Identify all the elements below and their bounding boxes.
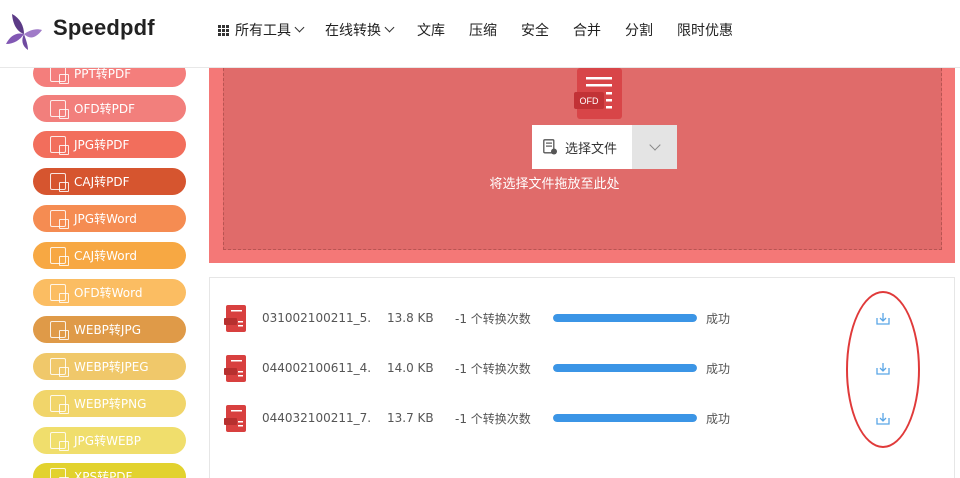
sidebar-item-caj-to-word[interactable]: CAJ转Word: [33, 242, 186, 269]
image-file-icon: [50, 358, 69, 377]
image-file-icon: [50, 395, 69, 414]
nav-security[interactable]: 安全: [521, 20, 549, 40]
pdf-file-icon: [224, 354, 246, 382]
sidebar-item-ofd-to-pdf[interactable]: OFD转PDF: [33, 95, 186, 122]
progress-bar: [553, 414, 697, 422]
choose-file-button[interactable]: 选择文件: [532, 125, 632, 169]
file-name: 031002100211_5...: [262, 311, 372, 325]
image-file-icon: [50, 136, 69, 155]
image-file-icon: [50, 468, 69, 478]
drop-zone[interactable]: OFD 选择文件 将选择文件拖放至此处: [223, 68, 942, 250]
status-text: 成功: [706, 311, 731, 326]
file-size: 13.7 KB: [387, 411, 434, 425]
progress-fill: [553, 414, 697, 422]
conversion-count: -1 个转换次数: [455, 311, 531, 326]
choose-source-dropdown[interactable]: [632, 125, 677, 169]
nav-label: 限时优惠: [677, 23, 733, 39]
sidebar-item-ppt-to-pdf[interactable]: PPT转PDF: [33, 68, 186, 87]
status-text: 成功: [706, 361, 731, 376]
pdf-file-icon: [224, 404, 246, 432]
pdf-file-icon: [224, 304, 246, 332]
nav-label: 文库: [417, 23, 445, 39]
nav-merge[interactable]: 合并: [573, 20, 601, 40]
nav-all-tools[interactable]: 所有工具: [218, 20, 305, 40]
download-icon[interactable]: [876, 312, 890, 325]
image-file-icon: [50, 173, 69, 192]
sidebar-item-jpg-to-pdf[interactable]: JPG转PDF: [33, 131, 186, 158]
sidebar-item-webp-to-jpeg[interactable]: WEBP转JPEG: [33, 353, 186, 380]
sidebar-item-webp-to-png[interactable]: WEBP转PNG: [33, 390, 186, 417]
download-icon[interactable]: [876, 412, 890, 425]
sidebar-item-jpg-to-webp[interactable]: JPG转WEBP: [33, 427, 186, 454]
converted-file-list: 031002100211_5... 13.8 KB -1 个转换次数 成功 04…: [209, 277, 955, 478]
file-size: 13.8 KB: [387, 311, 434, 325]
nav-online-convert[interactable]: 在线转换: [325, 20, 395, 40]
nav-label: 安全: [521, 23, 549, 39]
sidebar-item-label: WEBP转JPEG: [74, 360, 149, 374]
grid-menu-icon: [218, 24, 229, 36]
brand-name[interactable]: Speedpdf: [53, 15, 155, 41]
sidebar-item-label: WEBP转PNG: [74, 397, 147, 411]
sidebar-item-jpg-to-word[interactable]: JPG转Word: [33, 205, 186, 232]
ofd-file-icon: OFD: [574, 68, 622, 119]
progress-bar: [553, 314, 697, 322]
nav-split[interactable]: 分割: [625, 20, 653, 40]
download-icon[interactable]: [876, 362, 890, 375]
file-name: 044002100611_4...: [262, 361, 372, 375]
sidebar-item-label: JPG转Word: [74, 212, 137, 226]
file-name: 044032100211_7...: [262, 411, 372, 425]
image-file-icon: [50, 321, 69, 340]
image-file-icon: [50, 247, 69, 266]
sidebar-item-label: WEBP转JPG: [74, 323, 141, 337]
conversion-count: -1 个转换次数: [455, 411, 531, 426]
nav-label: 合并: [573, 23, 601, 39]
conversion-count: -1 个转换次数: [455, 361, 531, 376]
image-file-icon: [50, 100, 69, 119]
sidebar-item-label: PPT转PDF: [74, 68, 132, 81]
nav-limited-offer[interactable]: 限时优惠: [677, 20, 733, 40]
file-size: 14.0 KB: [387, 361, 434, 375]
file-row: 044002100611_4... 14.0 KB -1 个转换次数 成功: [210, 348, 956, 388]
sidebar-item-label: CAJ转PDF: [74, 175, 130, 189]
document-icon: [543, 139, 557, 155]
image-file-icon: [50, 68, 69, 84]
chevron-down-icon: [294, 22, 305, 33]
nav-label: 分割: [625, 23, 653, 39]
nav-label: 在线转换: [325, 23, 381, 39]
tool-sidebar: PPT转PDF OFD转PDF JPG转PDF CAJ转PDF JPG转Word…: [0, 68, 209, 478]
image-file-icon: [50, 284, 69, 303]
top-header: Speedpdf 所有工具 在线转换 文库 压缩 安全 合并 分割 限时优惠: [0, 0, 960, 68]
choose-file-label: 选择文件: [565, 141, 618, 157]
file-row: 044032100211_7... 13.7 KB -1 个转换次数 成功: [210, 398, 956, 438]
sidebar-item-xps-to-pdf[interactable]: XPS转PDF: [33, 463, 186, 478]
sidebar-item-caj-to-pdf[interactable]: CAJ转PDF: [33, 168, 186, 195]
nav-label: 压缩: [469, 23, 497, 39]
nav-library[interactable]: 文库: [417, 20, 445, 40]
image-file-icon: [50, 210, 69, 229]
sidebar-item-label: JPG转WEBP: [74, 434, 141, 448]
sidebar-item-label: OFD转PDF: [74, 102, 135, 116]
chevron-down-icon: [648, 139, 661, 151]
progress-bar: [553, 364, 697, 372]
sidebar-item-label: JPG转PDF: [74, 138, 130, 152]
status-text: 成功: [706, 411, 731, 426]
sidebar-item-webp-to-jpg[interactable]: WEBP转JPG: [33, 316, 186, 343]
drop-hint-text: 将选择文件拖放至此处: [489, 177, 620, 192]
file-type-badge: OFD: [580, 96, 599, 106]
sidebar-item-label: XPS转PDF: [74, 470, 133, 478]
file-row: 031002100211_5... 13.8 KB -1 个转换次数 成功: [210, 298, 956, 338]
sidebar-item-ofd-to-word[interactable]: OFD转Word: [33, 279, 186, 306]
nav-label: 所有工具: [235, 23, 291, 39]
image-file-icon: [50, 432, 69, 451]
upload-area: OFD 选择文件 将选择文件拖放至此处: [209, 68, 955, 263]
sidebar-item-label: OFD转Word: [74, 286, 143, 300]
nav-compress[interactable]: 压缩: [469, 20, 497, 40]
speedpdf-logo-icon[interactable]: [6, 12, 42, 50]
main-nav: 所有工具 在线转换 文库 压缩 安全 合并 分割 限时优惠: [218, 0, 757, 60]
chevron-down-icon: [384, 22, 395, 33]
progress-fill: [553, 314, 697, 322]
sidebar-item-label: CAJ转Word: [74, 249, 137, 263]
progress-fill: [553, 364, 697, 372]
